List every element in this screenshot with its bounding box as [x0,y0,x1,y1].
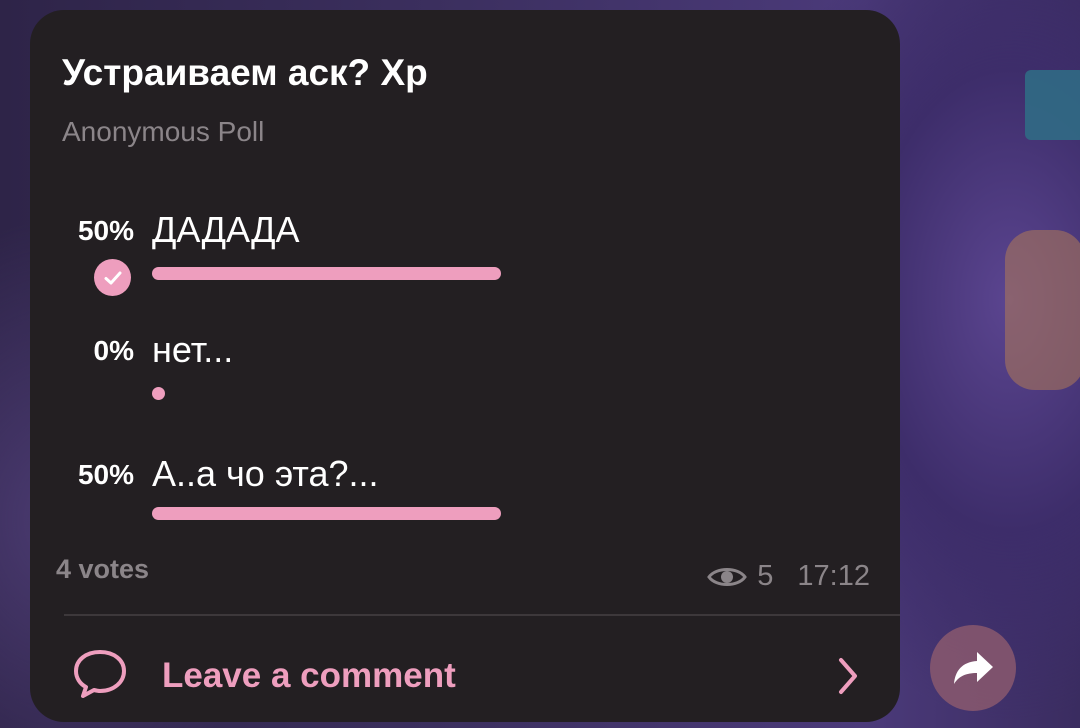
option-percent: 50% [77,459,134,490]
message-meta: 5 17:12 [707,560,870,593]
option-bar-track [152,507,850,520]
option-percent: 0% [93,335,134,366]
option-label: А..а чо эта?... [152,453,379,494]
poll-message-bubble: Устраиваем аск? Xp Anonymous Poll 50% ДА… [30,10,900,722]
option-bar-track [152,387,850,400]
poll-type-label: Anonymous Poll [62,116,265,147]
option-label: ДАДАДА [152,209,300,250]
share-button[interactable] [930,625,1016,711]
divider [64,614,900,616]
message-time: 17:12 [797,560,870,592]
leave-comment-button[interactable]: Leave a comment [30,618,900,722]
vote-count: 4 votes [56,554,150,584]
option-bar-track [152,267,850,280]
chevron-right-icon [836,656,860,701]
option-bar [152,507,501,520]
leave-comment-label: Leave a comment [162,656,456,695]
view-count: 5 [757,560,774,592]
background-detail [1025,70,1080,140]
option-percent: 50% [77,215,134,246]
eye-icon [707,564,748,590]
chosen-check-icon [94,259,131,296]
option-bar [152,267,501,280]
poll-title: Устраиваем аск? Xp [62,52,428,93]
background-detail [1005,230,1080,390]
option-label: нет... [152,329,234,370]
share-arrow-icon [951,650,995,686]
option-bar [152,387,165,400]
comment-bubble-icon [72,648,128,705]
